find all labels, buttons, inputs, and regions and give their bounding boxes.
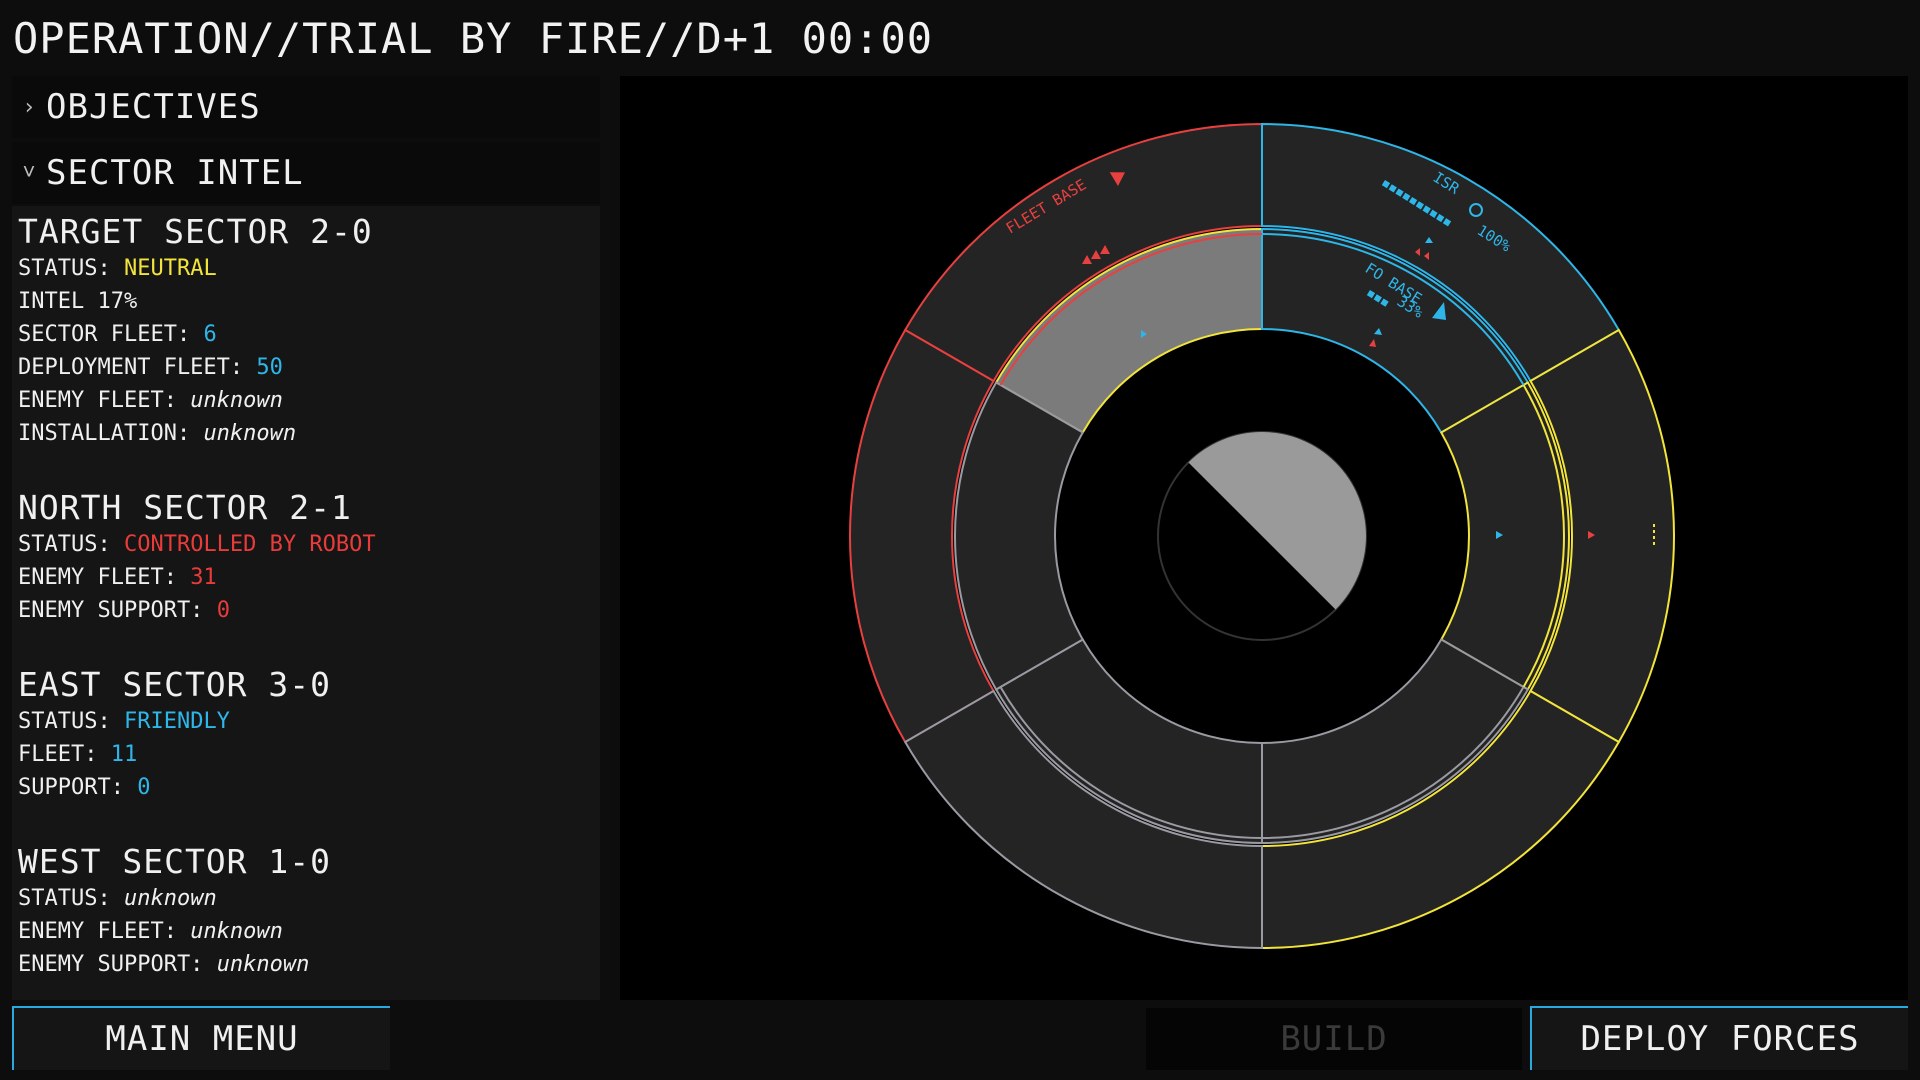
enemy-support-value: unknown (216, 952, 310, 977)
west-enemy-support-row: ENEMY SUPPORT: unknown (18, 948, 331, 981)
status-label: STATUS: (18, 256, 124, 281)
east-status-row: STATUS: FRIENDLY (18, 705, 331, 738)
chevron-down-icon: ˅ (22, 160, 36, 185)
build-button[interactable]: BUILD (1146, 1008, 1522, 1070)
north-enemy-fleet-row: ENEMY FLEET: 31 (18, 561, 376, 594)
west-status-row: STATUS: unknown (18, 882, 331, 915)
target-sector-title: TARGET SECTOR 2-0 (18, 212, 373, 251)
installation-label: INSTALLATION: (18, 421, 204, 446)
status-label: STATUS: (18, 532, 124, 557)
target-installation-row: INSTALLATION: unknown (18, 417, 373, 450)
support-label: SUPPORT: (18, 775, 138, 800)
page-title: OPERATION//TRIAL BY FIRE//D+1 00:00 (13, 14, 934, 63)
status-value: unknown (123, 886, 217, 911)
sector-intel-label: SECTOR INTEL (46, 153, 304, 193)
support-value: 0 (137, 775, 151, 800)
enemy-fleet-value: 31 (190, 565, 217, 590)
deploy-forces-button[interactable]: DEPLOY FORCES (1530, 1006, 1908, 1070)
enemy-fleet-label: ENEMY FLEET: (18, 565, 191, 590)
installation-value: unknown (203, 421, 297, 446)
sector-fleet-value: 6 (203, 322, 217, 347)
target-sector-block: TARGET SECTOR 2-0 STATUS: NEUTRAL INTEL … (18, 212, 373, 450)
sector-intel-panel: TARGET SECTOR 2-0 STATUS: NEUTRAL INTEL … (12, 206, 600, 1000)
east-sector-block: EAST SECTOR 3-0 STATUS: FRIENDLY FLEET: … (18, 665, 331, 804)
sector-fleet-label: SECTOR FLEET: (18, 322, 204, 347)
target-intel-row: INTEL 17% (18, 289, 138, 314)
north-sector-title: NORTH SECTOR 2-1 (18, 488, 352, 527)
enemy-fleet-value: unknown (190, 919, 283, 944)
status-label: STATUS: (18, 709, 124, 734)
target-enemy-fleet-row: ENEMY FLEET: unknown (18, 384, 373, 417)
status-value: FRIENDLY (123, 709, 230, 734)
objectives-panel-header[interactable]: › OBJECTIVES (12, 76, 600, 138)
fleet-label: FLEET: (18, 742, 111, 767)
enemy-fleet-label: ENEMY FLEET: (18, 388, 191, 413)
west-sector-block: WEST SECTOR 1-0 STATUS: unknown ENEMY FL… (18, 842, 331, 981)
target-sector-fleet-row: SECTOR FLEET: 6 (18, 318, 373, 351)
east-support-row: SUPPORT: 0 (18, 771, 331, 804)
west-enemy-fleet-row: ENEMY FLEET: unknown (18, 915, 331, 948)
east-fleet-row: FLEET: 11 (18, 738, 331, 771)
status-value: CONTROLLED BY ROBOT (123, 532, 376, 557)
deployment-fleet-value: 50 (256, 355, 283, 380)
enemy-support-value: 0 (216, 598, 230, 623)
enemy-support-label: ENEMY SUPPORT: (18, 598, 217, 623)
enemy-support-label: ENEMY SUPPORT: (18, 952, 217, 977)
objectives-label: OBJECTIVES (46, 87, 261, 127)
target-deployment-fleet-row: DEPLOYMENT FLEET: 50 (18, 351, 373, 384)
sector-map-canvas[interactable]: FLEET BASE ISR 100% FO BASE 33% (620, 76, 1908, 1000)
sector-intel-panel-header[interactable]: ˅ SECTOR INTEL (12, 142, 600, 204)
sector-map[interactable]: FLEET BASE ISR 100% FO BASE 33% (620, 76, 1908, 1000)
north-status-row: STATUS: CONTROLLED BY ROBOT (18, 528, 376, 561)
enemy-fleet-label: ENEMY FLEET: (18, 919, 191, 944)
target-status-row: STATUS: NEUTRAL (18, 252, 373, 285)
enemy-fleet-value: unknown (190, 388, 283, 413)
main-menu-button[interactable]: MAIN MENU (12, 1006, 390, 1070)
deployment-fleet-label: DEPLOYMENT FLEET: (18, 355, 257, 380)
north-sector-block: NORTH SECTOR 2-1 STATUS: CONTROLLED BY R… (18, 488, 376, 627)
status-label: STATUS: (18, 886, 124, 911)
chevron-right-icon: › (22, 94, 36, 120)
east-sector-title: EAST SECTOR 3-0 (18, 665, 332, 704)
status-value: NEUTRAL (123, 256, 217, 281)
west-sector-title: WEST SECTOR 1-0 (18, 842, 332, 881)
fleet-value: 11 (110, 742, 138, 767)
north-enemy-support-row: ENEMY SUPPORT: 0 (18, 594, 376, 627)
